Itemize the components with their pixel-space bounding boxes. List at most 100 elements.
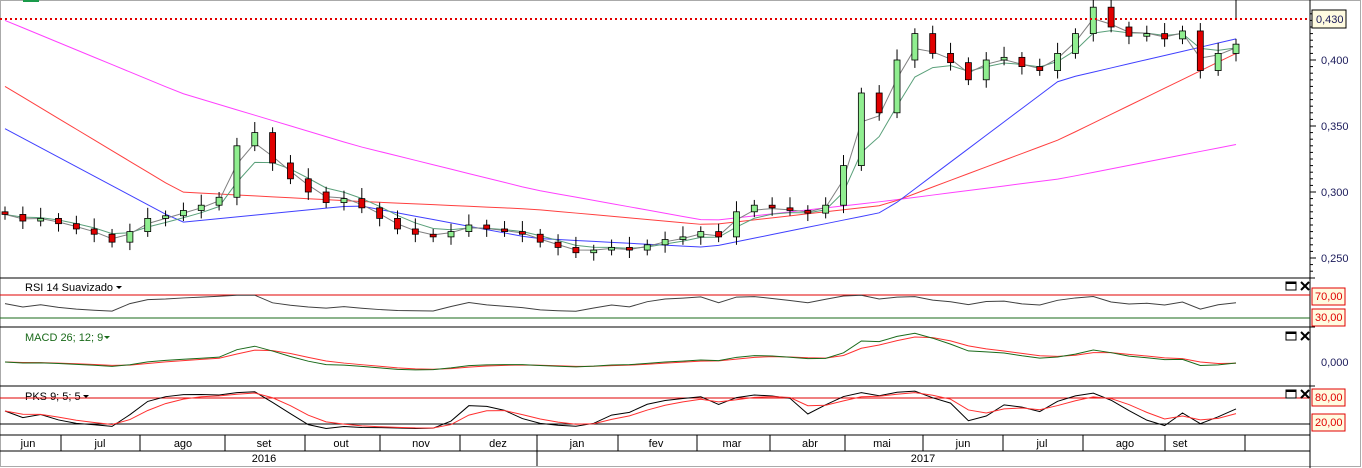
month-label: fev — [649, 438, 664, 450]
macd-line — [4, 332, 1237, 371]
year-label: 2016 — [252, 453, 276, 465]
candle — [233, 137, 241, 206]
candle — [750, 199, 758, 218]
macd-maximize-button[interactable] — [1285, 331, 1297, 341]
month-label: jul — [93, 438, 105, 450]
pks-80-label: 80,00 — [1315, 392, 1343, 404]
candle — [340, 190, 348, 211]
current-price-label: 0,430 — [1316, 14, 1344, 26]
month-label: jun — [955, 438, 971, 450]
candle — [626, 236, 633, 258]
candle — [1143, 25, 1151, 42]
candle — [429, 228, 437, 243]
ma-magenta-line — [4, 19, 1237, 221]
candle — [679, 226, 687, 245]
rsi-70-label: 70,00 — [1315, 291, 1343, 303]
candle — [269, 127, 277, 171]
candle — [875, 85, 883, 121]
macd-title[interactable]: MACD 26; 12; 9 — [25, 332, 103, 344]
candle — [1054, 42, 1061, 79]
candle — [1196, 23, 1204, 79]
candle — [126, 223, 134, 251]
candle — [251, 122, 259, 152]
candle — [144, 207, 152, 237]
month-label: abr — [802, 438, 818, 450]
candle — [322, 186, 330, 208]
candle — [1179, 25, 1186, 45]
macd-dropdown-icon[interactable] — [104, 336, 110, 339]
candle — [804, 205, 812, 222]
candle — [465, 214, 473, 237]
candle — [822, 197, 830, 219]
candle — [964, 57, 972, 86]
candle — [697, 226, 705, 245]
candle — [1000, 46, 1008, 66]
rsi-maximize-button[interactable] — [1285, 281, 1297, 291]
candle — [661, 231, 669, 253]
pks-maximize-button[interactable] — [1285, 389, 1297, 399]
month-label: mar — [723, 438, 742, 450]
month-label: out — [333, 438, 348, 450]
candle — [840, 155, 847, 214]
month-label: ago — [174, 438, 192, 450]
candle — [358, 188, 366, 214]
price-tick-label: 0,350 — [1321, 121, 1349, 133]
candle — [1125, 21, 1133, 45]
pks-close-button[interactable] — [1300, 389, 1310, 399]
candle — [1214, 42, 1222, 76]
price-tick-label: 0,300 — [1321, 187, 1349, 199]
indicator-marker — [23, 0, 39, 2]
candle — [19, 206, 27, 229]
ma-red-line — [4, 52, 1237, 225]
pks-k-line — [4, 390, 1237, 430]
ma-grey-line — [4, 18, 1237, 251]
macd-close-button[interactable] — [1300, 331, 1310, 341]
price-axis: 0,400 0,350 0,300 0,250 — [1310, 13, 1349, 272]
candle — [911, 28, 919, 68]
candle — [1107, 0, 1115, 33]
rsi-close-button[interactable] — [1300, 281, 1310, 291]
pks-title[interactable]: PKS 9; 5; 5 — [25, 391, 81, 403]
candle — [1072, 28, 1079, 59]
candle — [1, 206, 9, 220]
candle — [893, 49, 901, 119]
candle — [197, 194, 205, 219]
month-label: mai — [873, 438, 891, 450]
candle — [518, 221, 526, 243]
candle — [483, 219, 491, 237]
candle — [1161, 23, 1169, 47]
candle — [501, 221, 508, 237]
candle — [287, 155, 294, 185]
candle — [643, 239, 651, 256]
candle — [447, 223, 455, 245]
candle — [90, 218, 98, 243]
month-label: set — [1173, 438, 1188, 450]
price-tick-label: 0,250 — [1321, 253, 1349, 265]
candle — [929, 25, 937, 59]
pks-line-layer — [4, 390, 1237, 430]
candle — [376, 202, 384, 227]
candle — [304, 168, 312, 200]
candle — [108, 228, 116, 248]
candle — [768, 197, 776, 216]
pks-20-label: 20,00 — [1315, 417, 1343, 429]
month-label: set — [257, 438, 272, 450]
rsi-line-layer — [4, 294, 1237, 312]
candle — [982, 52, 990, 88]
rsi-dropdown-icon[interactable] — [116, 286, 122, 289]
candle — [733, 201, 740, 245]
year-label: 2017 — [911, 453, 935, 465]
month-label: jun — [20, 438, 36, 450]
month-label: nov — [412, 438, 430, 450]
candle — [857, 87, 865, 171]
rsi-30-label: 30,00 — [1315, 312, 1343, 324]
candle — [1018, 52, 1026, 75]
stock-chart: 0,400 0,350 0,300 0,250 0,430 RSI 14 Suaviz… — [0, 0, 1361, 468]
candle — [554, 234, 562, 256]
candle — [1036, 58, 1044, 76]
candle — [72, 215, 80, 235]
rsi-line — [4, 294, 1237, 312]
rsi-title[interactable]: RSI 14 Suavizado — [25, 282, 113, 294]
candle — [1232, 38, 1240, 62]
candle — [55, 213, 62, 232]
